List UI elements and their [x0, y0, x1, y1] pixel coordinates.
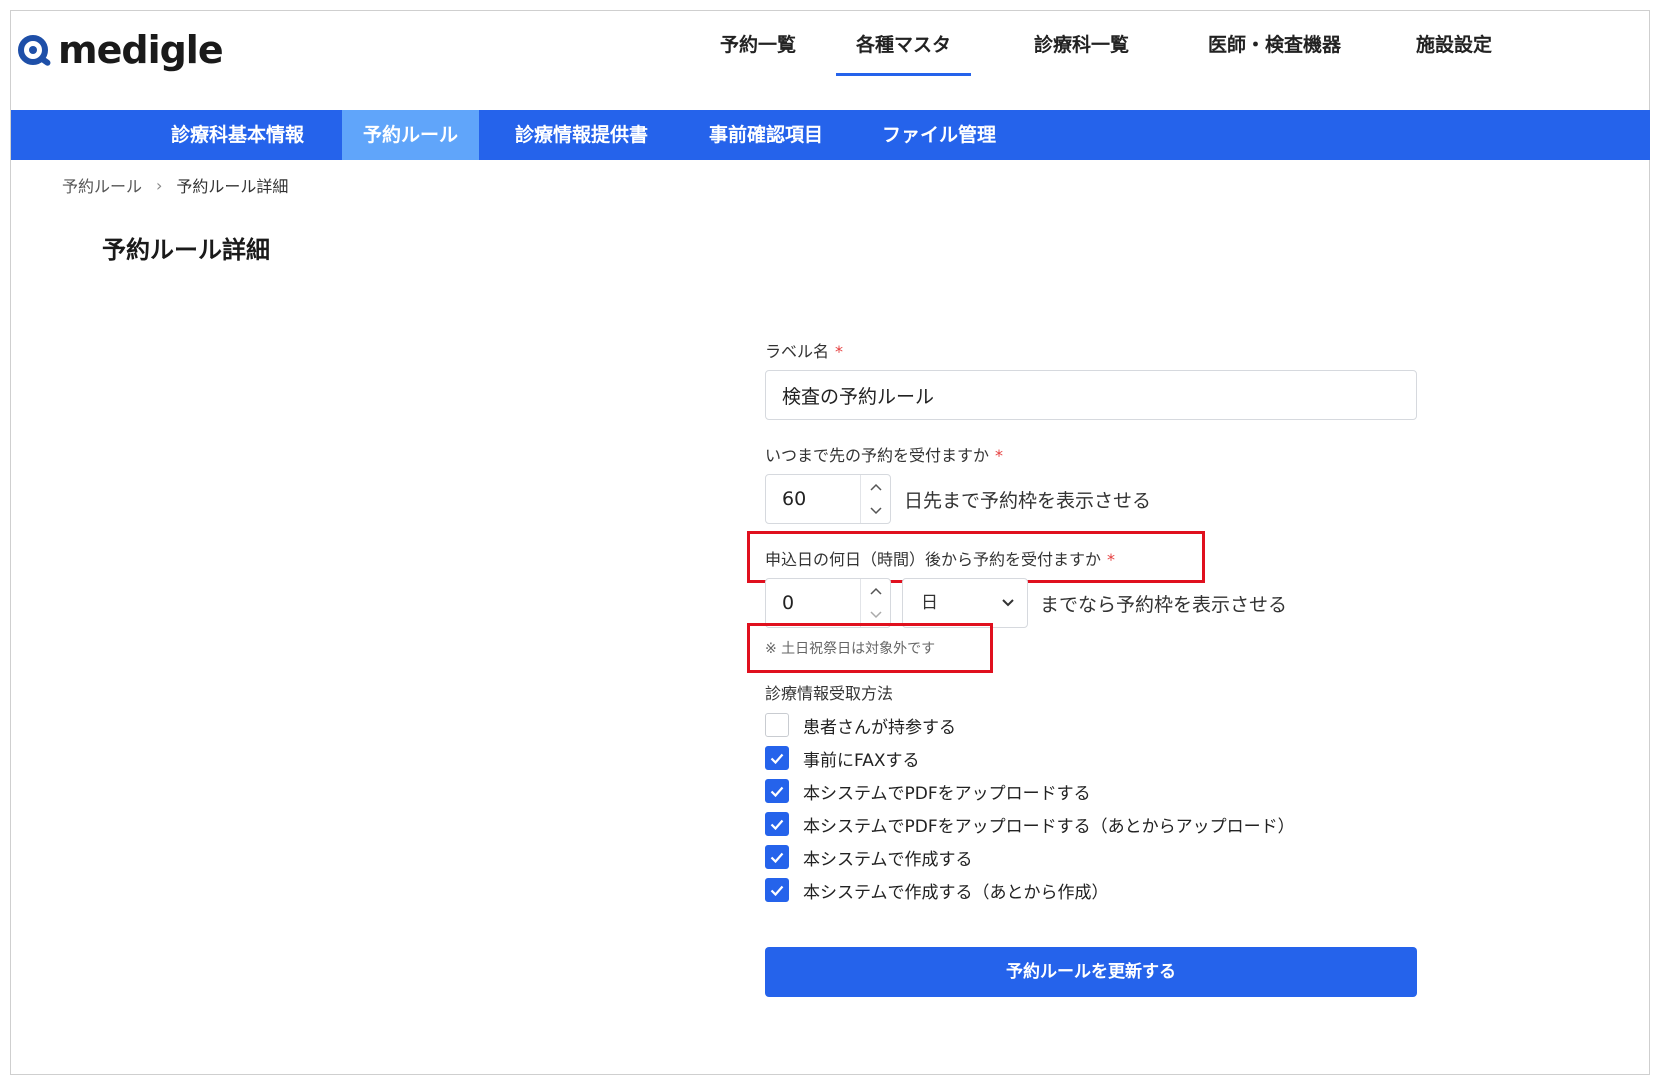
checkbox-label: 本システムでPDFをアップロードする（あとからアップロード）: [803, 816, 1295, 837]
magnifier-logo-icon: [18, 35, 51, 66]
chevron-down-icon: [1002, 599, 1014, 607]
accept-after-value: 0: [782, 592, 795, 614]
chevron-down-icon[interactable]: [861, 603, 890, 627]
checkbox[interactable]: [765, 812, 789, 836]
chevron-up-icon[interactable]: [861, 475, 890, 499]
unit-select-value: 日: [921, 593, 938, 613]
accept-until-text: いつまで先の予約を受付ますか: [765, 446, 990, 465]
check-icon: [770, 786, 784, 797]
app-window: [10, 10, 1650, 1075]
checkbox[interactable]: [765, 746, 789, 770]
checkbox[interactable]: [765, 878, 789, 902]
breadcrumb: 予約ルール › 予約ルール詳細: [62, 173, 288, 197]
accept-until-value: 60: [782, 488, 807, 510]
chevron-right-icon: ›: [156, 175, 163, 195]
info-method-option-pdf-upload[interactable]: 本システムでPDFをアップロードする: [765, 778, 1091, 804]
sub-nav-item-referral-letter[interactable]: 診療情報提供書: [515, 110, 648, 160]
checkbox-label: 患者さんが持参する: [803, 717, 956, 738]
required-mark: *: [835, 342, 844, 361]
chevron-down-icon[interactable]: [861, 499, 890, 523]
breadcrumb-current: 予約ルール詳細: [176, 177, 289, 196]
page-title: 予約ルール詳細: [102, 236, 270, 264]
check-icon: [770, 885, 784, 896]
checkbox[interactable]: [765, 779, 789, 803]
accept-until-number-input[interactable]: 60: [765, 474, 891, 524]
accept-until-suffix: 日先まで予約枠を表示させる: [904, 490, 1152, 512]
accept-after-text: 申込日の何日（時間）後から予約を受付ますか: [765, 550, 1102, 569]
required-mark: *: [1107, 550, 1116, 569]
accept-after-suffix: までなら予約枠を表示させる: [1040, 594, 1288, 616]
info-method-option-create-later[interactable]: 本システムで作成する（あとから作成）: [765, 877, 1109, 903]
accept-after-number-input[interactable]: 0: [765, 578, 891, 628]
info-method-option-pdf-upload-later[interactable]: 本システムでPDFをアップロードする（あとからアップロード）: [765, 811, 1295, 837]
required-mark: *: [995, 446, 1004, 465]
label-name-label: ラベル名 *: [765, 338, 843, 362]
checkbox-label: 事前にFAXする: [803, 750, 920, 771]
checkbox[interactable]: [765, 845, 789, 869]
check-icon: [770, 753, 784, 764]
check-icon: [770, 852, 784, 863]
logo-text: medigle: [58, 28, 224, 72]
checkbox-label: 本システムでPDFをアップロードする: [803, 783, 1091, 804]
top-nav-item-facility-settings[interactable]: 施設設定: [1416, 30, 1492, 76]
info-method-option-fax[interactable]: 事前にFAXする: [765, 745, 920, 771]
checkbox-label: 本システムで作成する: [803, 849, 973, 870]
sub-nav-item-pre-check-items[interactable]: 事前確認項目: [709, 110, 823, 160]
update-rule-button[interactable]: 予約ルールを更新する: [765, 947, 1417, 997]
label-name-text: ラベル名: [765, 342, 830, 361]
sub-nav-item-file-management[interactable]: ファイル管理: [882, 110, 996, 160]
top-nav-item-reservations[interactable]: 予約一覧: [720, 30, 796, 76]
number-stepper: [860, 475, 890, 523]
holiday-note: ※ 土日祝祭日は対象外です: [765, 641, 936, 657]
sub-nav-item-department-info[interactable]: 診療科基本情報: [171, 110, 304, 160]
accept-until-label: いつまで先の予約を受付ますか *: [765, 442, 1003, 466]
info-method-label: 診療情報受取方法: [765, 684, 894, 703]
label-name-input[interactable]: [765, 370, 1417, 420]
top-nav-item-doctors-equipment[interactable]: 医師・検査機器: [1208, 30, 1341, 76]
breadcrumb-parent-link[interactable]: 予約ルール: [62, 173, 142, 197]
top-nav-item-masters[interactable]: 各種マスタ: [836, 30, 972, 76]
top-nav-item-departments[interactable]: 診療科一覧: [1034, 30, 1129, 76]
checkbox[interactable]: [765, 713, 789, 737]
chevron-up-icon[interactable]: [861, 579, 890, 603]
unit-select[interactable]: 日: [902, 578, 1028, 628]
checkbox-label: 本システムで作成する（あとから作成）: [803, 882, 1109, 903]
number-stepper: [860, 579, 890, 627]
sub-nav-item-reservation-rules[interactable]: 予約ルール: [342, 110, 480, 160]
logo[interactable]: medigle: [16, 28, 224, 72]
accept-after-label: 申込日の何日（時間）後から予約を受付ますか *: [765, 546, 1115, 570]
info-method-option-bring[interactable]: 患者さんが持参する: [765, 712, 956, 738]
info-method-option-create[interactable]: 本システムで作成する: [765, 844, 973, 870]
sub-nav: 診療科基本情報 予約ルール 診療情報提供書 事前確認項目 ファイル管理: [11, 110, 1650, 160]
check-icon: [770, 819, 784, 830]
